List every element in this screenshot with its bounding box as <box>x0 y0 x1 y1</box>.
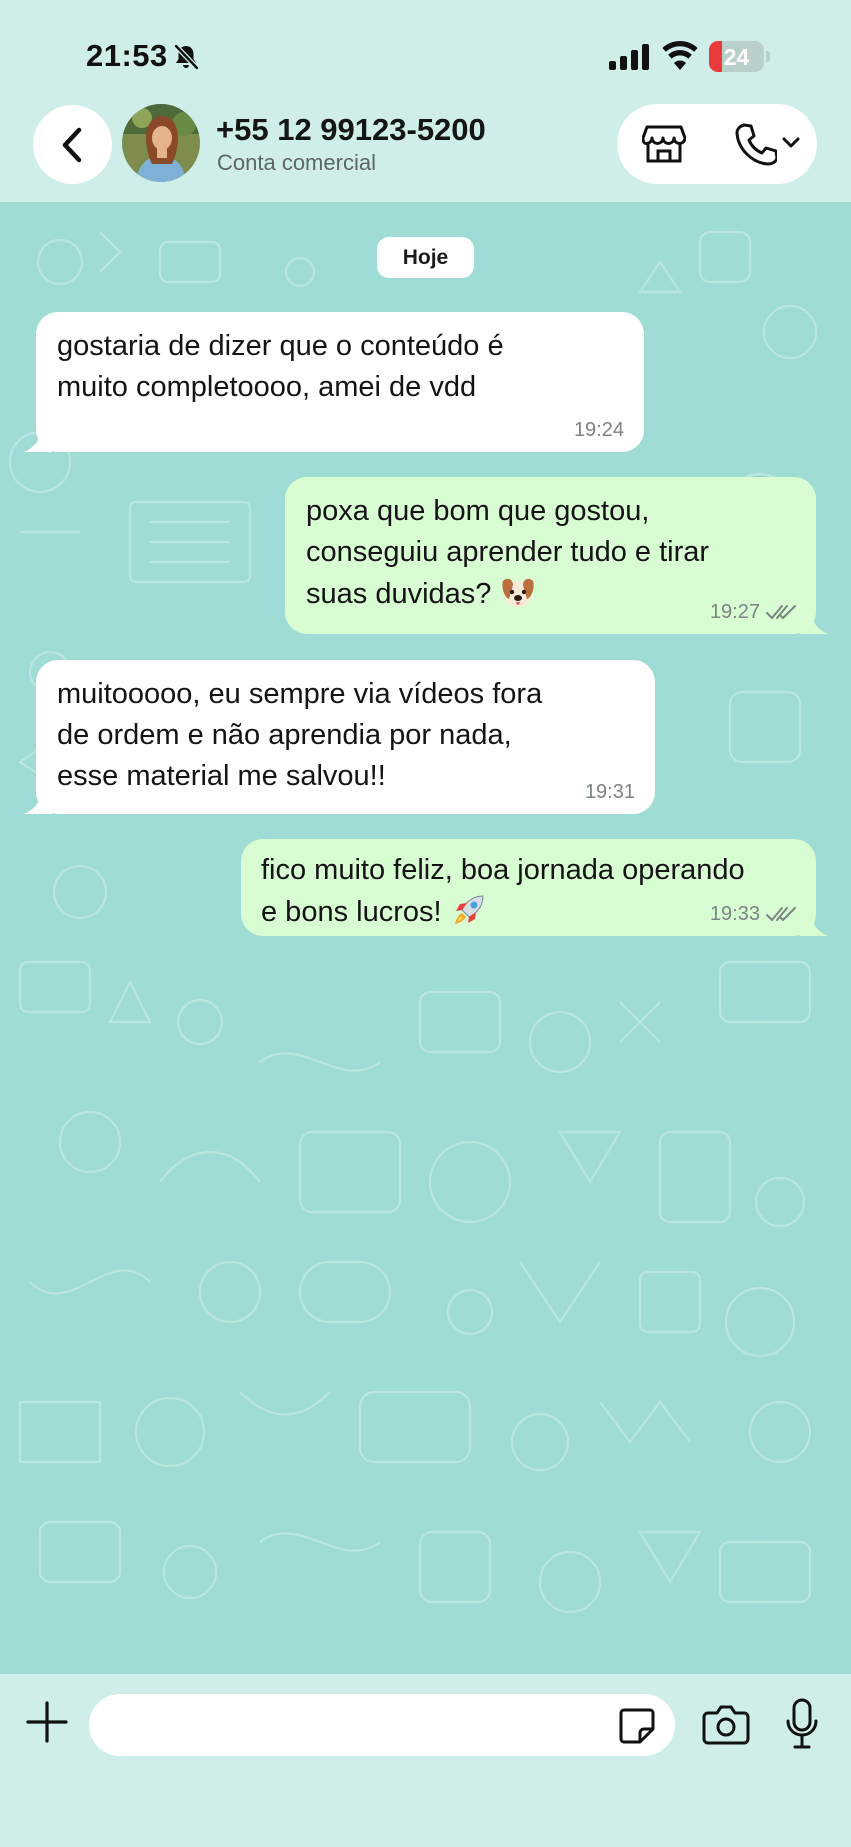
message-input[interactable] <box>89 1694 675 1756</box>
message-line: suas duvidas? <box>306 578 492 610</box>
chevron-left-icon <box>62 127 81 162</box>
plus-icon[interactable] <box>24 1699 70 1745</box>
read-ticks-icon <box>766 605 796 619</box>
battery-tip <box>766 51 770 62</box>
message-line: poxa que bom que gostou, <box>306 495 650 527</box>
contact-subtitle: Conta comercial <box>217 150 376 175</box>
avatar-photo <box>122 104 200 182</box>
chevron-down-icon <box>782 137 800 148</box>
message-line: fico muito feliz, boa jornada operando <box>261 854 745 886</box>
bell-slash-icon <box>174 44 199 70</box>
wifi-icon <box>662 41 698 70</box>
call-button[interactable] <box>735 122 805 166</box>
sticker-icon[interactable] <box>618 1707 656 1745</box>
composer-bar <box>0 1674 851 1847</box>
avatar[interactable] <box>122 104 200 182</box>
message-line: e bons lucros! <box>261 896 442 928</box>
signal-icon <box>609 44 649 70</box>
contact-name[interactable]: +55 12 99123-5200 <box>216 112 486 148</box>
message-line: gostaria de dizer que o conteúdo é <box>57 330 504 362</box>
message-bubble-outgoing[interactable]: fico muito feliz, boa jornada operando e… <box>241 839 816 936</box>
message-bubble-outgoing[interactable]: poxa que bom que gostou, conseguiu apren… <box>285 477 816 634</box>
status-time: 21:53 <box>86 38 168 73</box>
camera-icon[interactable] <box>702 1704 750 1746</box>
message-line: conseguiu aprender tudo e tirar <box>306 536 710 568</box>
message-bubble-incoming[interactable]: gostaria de dizer que o conteúdo é muito… <box>36 312 644 452</box>
microphone-icon[interactable] <box>785 1698 819 1750</box>
back-button[interactable] <box>33 105 112 184</box>
message-line: de ordem e não aprendia por nada, <box>57 719 512 751</box>
phone-icon <box>735 123 777 166</box>
date-separator: Hoje <box>377 237 474 278</box>
message-time: 19:33 <box>709 903 760 925</box>
message-line: esse material me salvou!! <box>57 760 386 792</box>
rocket-emoji <box>454 895 484 924</box>
message-time: 19:27 <box>709 601 760 623</box>
dog-face-emoji <box>502 578 535 607</box>
chat-area[interactable]: Hoje gostaria de dizer que o conteúdo é … <box>0 202 851 1674</box>
read-ticks-icon <box>766 907 796 921</box>
chat-header: +55 12 99123-5200 Conta comercial <box>0 100 851 202</box>
store-icon[interactable] <box>642 124 686 164</box>
message-line: muitooooo, eu sempre via vídeos fora <box>57 678 543 710</box>
status-bar: 21:53 24 <box>0 0 851 100</box>
message-time: 19:24 <box>573 419 624 441</box>
message-bubble-incoming[interactable]: muitooooo, eu sempre via vídeos fora de … <box>36 660 655 814</box>
message-line: muito completoooo, amei de vdd <box>57 371 477 403</box>
message-time: 19:31 <box>584 781 635 803</box>
header-actions <box>617 104 817 184</box>
battery-icon: 24 <box>709 41 764 72</box>
battery-level: 24 <box>723 44 750 70</box>
